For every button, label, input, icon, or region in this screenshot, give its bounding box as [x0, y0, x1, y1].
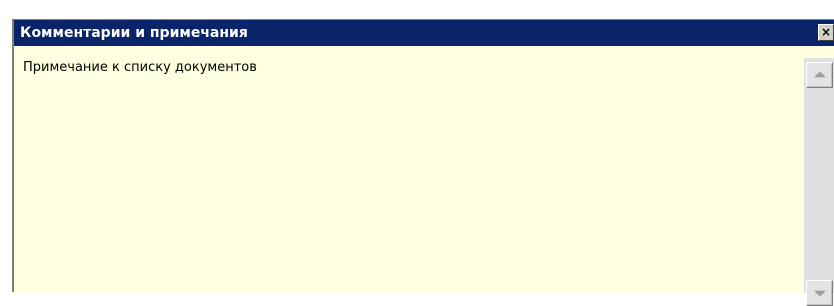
comment-text: Примечание к списку документов	[23, 60, 257, 75]
scroll-up-button[interactable]	[806, 62, 833, 88]
panel-title: Комментарии и примечания	[20, 25, 248, 41]
close-button[interactable]: ×	[818, 24, 834, 41]
close-icon: ×	[820, 25, 832, 39]
comment-textarea[interactable]: Примечание к списку документов	[14, 46, 804, 293]
vertical-scrollbar[interactable]	[804, 58, 834, 306]
panel-titlebar: Комментарии и примечания ×	[14, 20, 834, 46]
comments-panel: Комментарии и примечания × Примечание к …	[12, 19, 834, 306]
scroll-down-button[interactable]	[806, 280, 833, 306]
arrow-up-icon	[813, 71, 826, 78]
